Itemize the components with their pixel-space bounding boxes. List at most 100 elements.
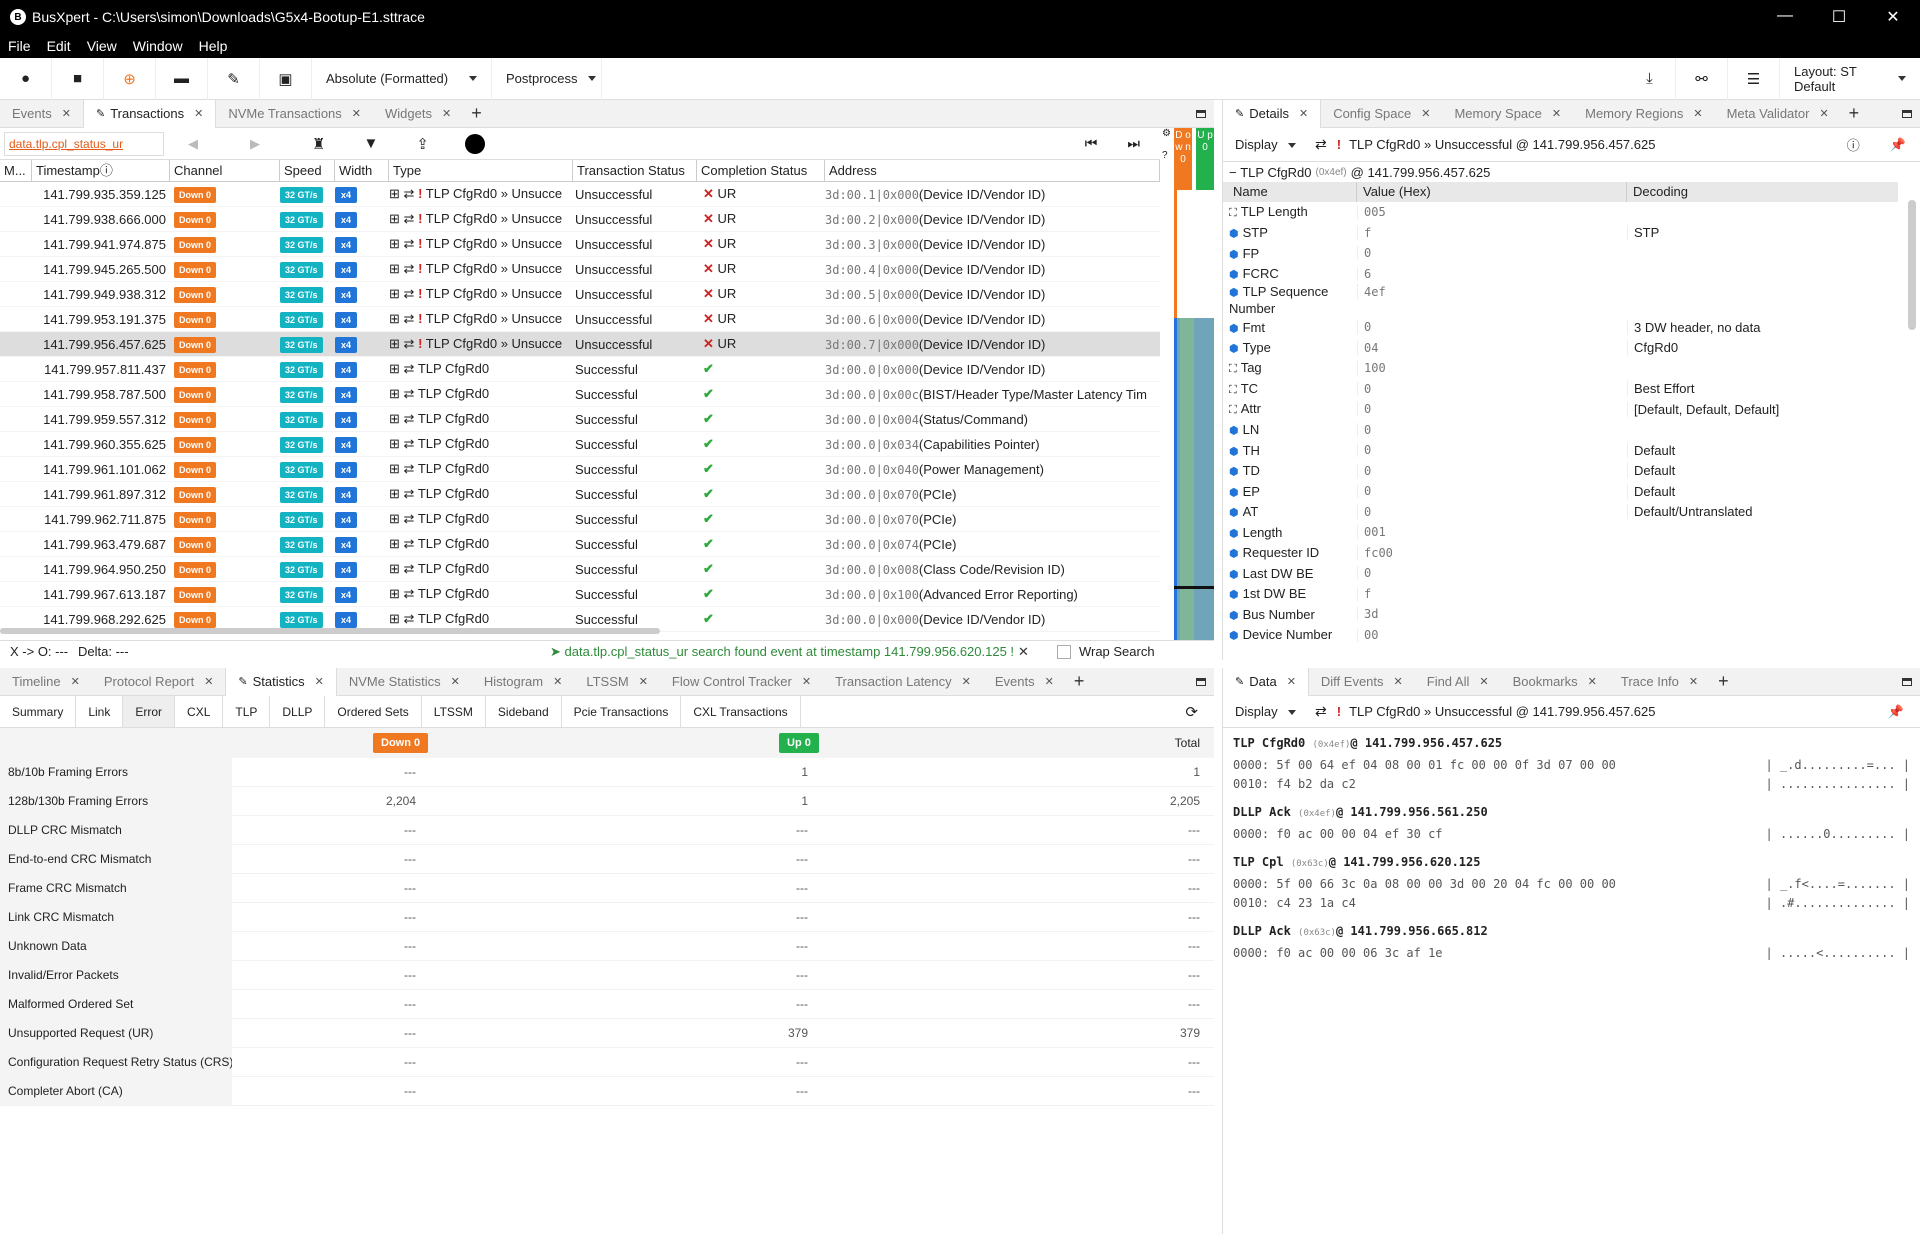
crosshair-icon[interactable]: ⊕ xyxy=(104,57,156,100)
close-icon[interactable]: ✕ xyxy=(962,675,971,688)
go-first-icon[interactable]: ⏮ xyxy=(1085,135,1098,152)
binoculars-icon[interactable]: ♜ xyxy=(312,135,325,153)
expand-icon[interactable]: ⊞ xyxy=(389,211,400,226)
detail-field-row[interactable]: ⬢ Requester ID fc00 xyxy=(1223,543,1898,564)
collapse-icon[interactable]: − xyxy=(1229,165,1240,180)
tab-data[interactable]: ✎ Data ✕ xyxy=(1222,667,1309,696)
packet-block[interactable]: DLLP Ack (0x63c)@ 141.799.956.665.812 000… xyxy=(1233,924,1910,962)
table-row[interactable]: 141.799.941.974.875 Down 0 32 GT/s x4 ⊞ ⇄ ! … xyxy=(0,232,1160,257)
tab-transaction-latency[interactable]: Transaction Latency ✕ xyxy=(823,668,983,696)
swap-icon[interactable]: ⇄ xyxy=(1315,703,1327,720)
col-type[interactable]: Type xyxy=(389,160,573,181)
close-icon[interactable]: ✕ xyxy=(553,675,562,688)
save-icon[interactable]: ▣ xyxy=(260,57,312,100)
close-icon[interactable]: ✕ xyxy=(1421,107,1430,120)
detail-field-row[interactable]: ⬢ TD 0 Default xyxy=(1223,461,1898,482)
close-icon[interactable]: ✕ xyxy=(1693,107,1702,120)
table-row[interactable]: 141.799.962.711.875 Down 0 32 GT/s x4 ⊞ ⇄ TL… xyxy=(0,507,1160,532)
col-transaction-status[interactable]: Transaction Status xyxy=(573,160,697,181)
expand-icon[interactable]: ⊞ xyxy=(389,611,400,626)
close-icon[interactable]: ✕ xyxy=(194,107,203,120)
expand-icon[interactable]: ⊞ xyxy=(389,486,400,501)
close-icon[interactable]: ✕ xyxy=(1299,107,1308,120)
tab-protocol-report[interactable]: Protocol Report ✕ xyxy=(92,668,226,696)
tab-meta-validator[interactable]: Meta Validator ✕ xyxy=(1715,100,1841,128)
help-icon[interactable]: ? xyxy=(1162,150,1168,161)
expand-icon[interactable]: ⊞ xyxy=(389,361,400,376)
col-width[interactable]: Width xyxy=(335,160,389,181)
expand-icon[interactable]: ⊞ xyxy=(389,586,400,601)
tab-ltssm[interactable]: LTSSM ✕ xyxy=(574,668,660,696)
close-icon[interactable]: ✕ xyxy=(1394,675,1403,688)
minimize-button[interactable]: — xyxy=(1758,7,1812,27)
horizontal-scrollbar[interactable] xyxy=(0,628,660,634)
tab-statistics[interactable]: ✎ Statistics ✕ xyxy=(225,667,337,696)
packet-block[interactable]: TLP Cpl (0x63c)@ 141.799.956.620.125 0000… xyxy=(1233,855,1910,912)
expand-icon[interactable]: ⊞ xyxy=(389,411,400,426)
display-dropdown[interactable]: Display xyxy=(1235,704,1305,719)
subtab-ordered-sets[interactable]: Ordered Sets xyxy=(325,696,422,727)
detail-field-row[interactable]: ⬢ Type 04 CfgRd0 xyxy=(1223,338,1898,359)
detail-field-row[interactable]: ⬢ AT 0 Default/Untranslated xyxy=(1223,502,1898,523)
menu-edit[interactable]: Edit xyxy=(47,38,71,54)
tab-find-all[interactable]: Find All ✕ xyxy=(1415,668,1501,696)
tab-nvme-statistics[interactable]: NVMe Statistics ✕ xyxy=(337,668,472,696)
detail-field-row[interactable]: ⬢ STP f STP xyxy=(1223,223,1898,244)
subtab-cxl-transactions[interactable]: CXL Transactions xyxy=(681,696,801,727)
close-icon[interactable]: ✕ xyxy=(639,675,648,688)
expand-icon[interactable]: ⊞ xyxy=(389,336,400,351)
maximize-button[interactable]: ☐ xyxy=(1812,7,1866,27)
tab-flow-control-tracker[interactable]: Flow Control Tracker ✕ xyxy=(660,668,823,696)
expand-icon[interactable]: ⊞ xyxy=(389,561,400,576)
timestamp-format-dropdown[interactable]: Absolute (Formatted) xyxy=(312,57,492,100)
add-tab-button[interactable]: + xyxy=(1841,103,1868,124)
close-icon[interactable]: ✕ xyxy=(1479,675,1488,688)
table-row[interactable]: 141.799.960.355.625 Down 0 32 GT/s x4 ⊞ ⇄ TL… xyxy=(0,432,1160,457)
tab-memory-space[interactable]: Memory Space ✕ xyxy=(1442,100,1573,128)
maximize-panel-icon[interactable] xyxy=(1902,109,1912,118)
table-row[interactable]: 141.799.961.101.062 Down 0 32 GT/s x4 ⊞ ⇄ TL… xyxy=(0,457,1160,482)
table-row[interactable]: 141.799.938.666.000 Down 0 32 GT/s x4 ⊞ ⇄ ! … xyxy=(0,207,1160,232)
tab-transactions[interactable]: ✎ Transactions ✕ xyxy=(82,99,217,128)
tab-nvme-transactions[interactable]: NVMe Transactions ✕ xyxy=(216,100,373,128)
detail-field-row[interactable]: ⬢ FCRC 6 xyxy=(1223,264,1898,285)
expand-icon[interactable]: ⊞ xyxy=(389,286,400,301)
tab-bookmarks[interactable]: Bookmarks ✕ xyxy=(1501,668,1609,696)
tab-widgets[interactable]: Widgets ✕ xyxy=(373,100,463,128)
tab-config-space[interactable]: Config Space ✕ xyxy=(1321,100,1442,128)
close-icon[interactable]: ✕ xyxy=(1552,107,1561,120)
detail-field-row[interactable]: ⬢ LN 0 xyxy=(1223,420,1898,441)
detail-field-row[interactable]: ⬢ 1st DW BE f xyxy=(1223,584,1898,605)
menu-file[interactable]: File xyxy=(8,38,31,54)
subtab-link[interactable]: Link xyxy=(76,696,124,727)
subtab-cxl[interactable]: CXL xyxy=(175,696,224,727)
detail-field-row[interactable]: ⛶ Attr 0 [Default, Default, Default] xyxy=(1223,399,1898,420)
col-address[interactable]: Address xyxy=(825,160,1160,181)
close-icon[interactable]: ✕ xyxy=(1588,675,1597,688)
expand-icon[interactable]: ⊞ xyxy=(389,386,400,401)
table-row[interactable]: 141.799.959.557.312 Down 0 32 GT/s x4 ⊞ ⇄ TL… xyxy=(0,407,1160,432)
packet-block[interactable]: TLP CfgRd0 (0x4ef)@ 141.799.956.457.625 0… xyxy=(1233,736,1910,793)
detail-field-row[interactable]: ⬢ Bus Number 3d xyxy=(1223,604,1898,625)
record-button[interactable] xyxy=(464,133,485,154)
expand-icon[interactable]: ⊞ xyxy=(389,236,400,251)
close-button[interactable]: ✕ xyxy=(1866,7,1920,27)
maximize-panel-icon[interactable] xyxy=(1196,677,1206,686)
close-icon[interactable]: ✕ xyxy=(1689,675,1698,688)
postprocess-dropdown[interactable]: Postprocess xyxy=(492,57,602,100)
expand-icon[interactable]: ⊞ xyxy=(389,261,400,276)
table-row[interactable]: 141.799.949.938.312 Down 0 32 GT/s x4 ⊞ ⇄ ! … xyxy=(0,282,1160,307)
col-channel[interactable]: Channel xyxy=(170,160,280,181)
close-icon[interactable]: ✕ xyxy=(71,675,80,688)
bookmark-icon[interactable]: ■ xyxy=(52,57,104,100)
display-dropdown[interactable]: Display xyxy=(1235,137,1305,152)
col-value[interactable]: Value (Hex) xyxy=(1357,182,1627,202)
col-completion-status[interactable]: Completion Status xyxy=(697,160,825,181)
tab-timeline[interactable]: Timeline ✕ xyxy=(0,668,92,696)
tab-diff-events[interactable]: Diff Events ✕ xyxy=(1309,668,1415,696)
expand-icon[interactable]: ⊞ xyxy=(389,436,400,451)
download-icon[interactable]: ⤓ xyxy=(1624,57,1676,100)
subtab-error[interactable]: Error xyxy=(123,696,176,727)
close-icon[interactable]: ✕ xyxy=(451,675,460,688)
filter-icon[interactable]: ▼ xyxy=(363,135,378,152)
